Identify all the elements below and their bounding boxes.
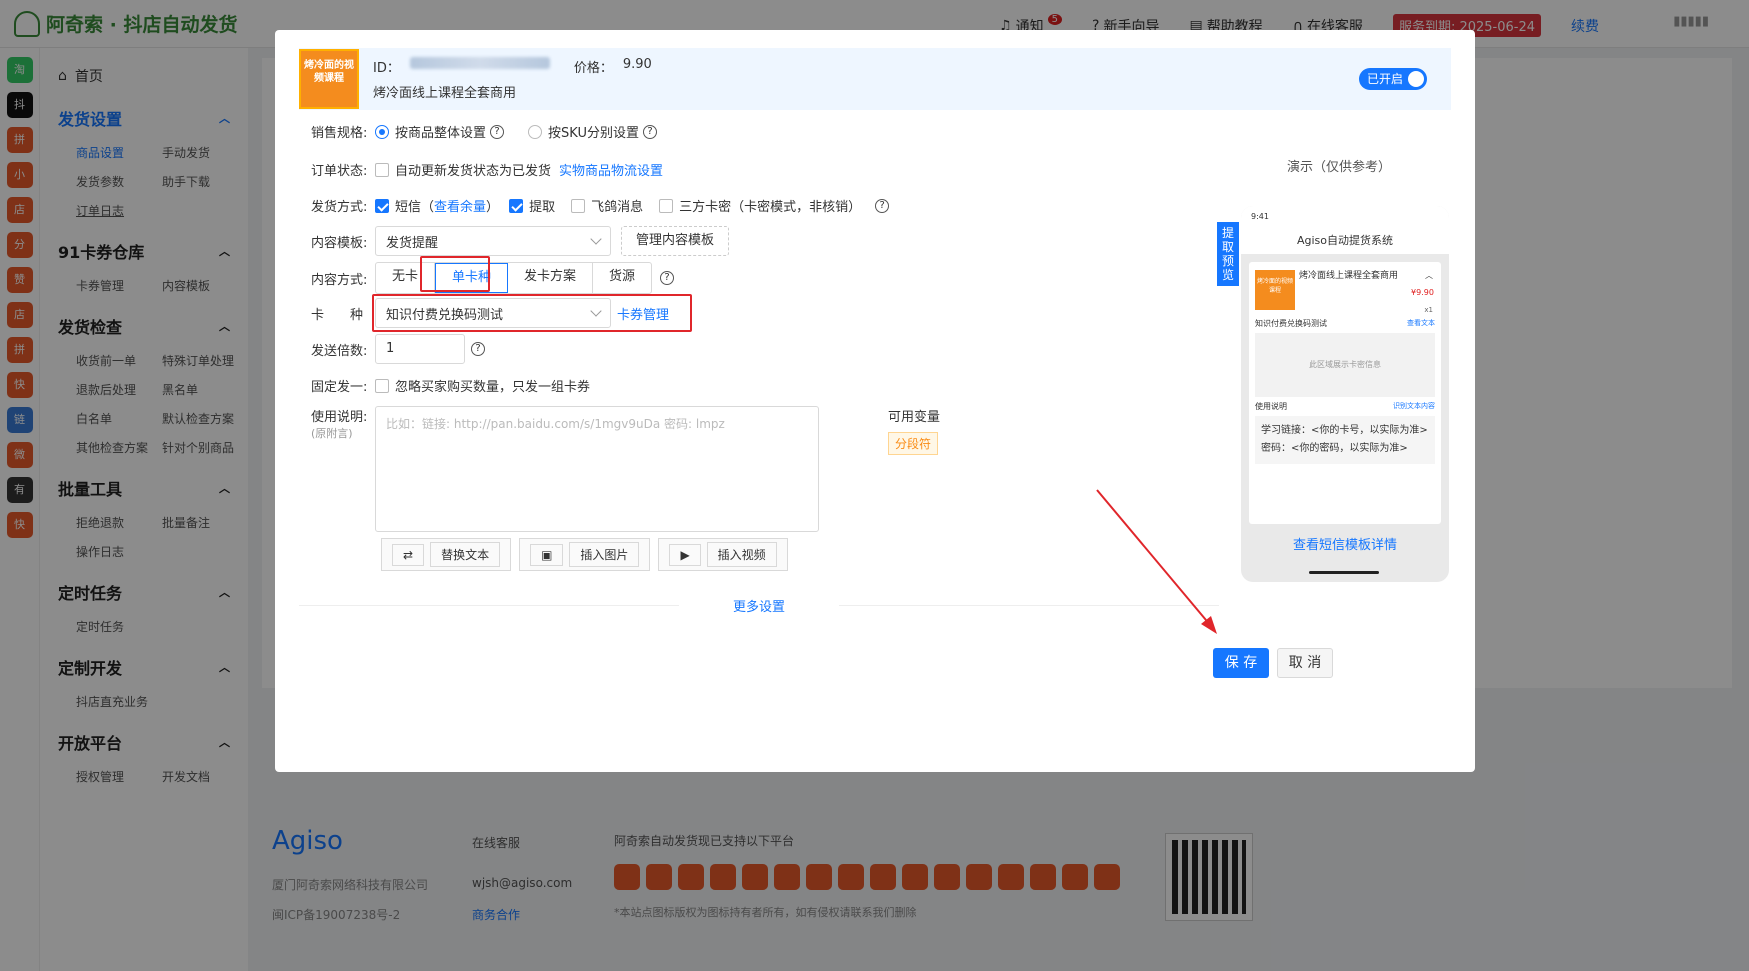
product-id-label: ID： bbox=[373, 61, 400, 76]
cancel-button[interactable]: 取 消 bbox=[1277, 648, 1333, 678]
image-icon: ▣ bbox=[530, 543, 564, 566]
highlight-box bbox=[372, 294, 692, 332]
more-settings-link[interactable]: 更多设置 bbox=[299, 596, 1219, 615]
sms-label[interactable]: 短信 bbox=[395, 196, 421, 215]
content-mode-tabs: 无卡 单卡种 发卡方案 货源 bbox=[375, 262, 653, 294]
phone-app-title: Agiso自动提货系统 bbox=[1296, 234, 1394, 247]
sms-checkbox[interactable] bbox=[375, 198, 389, 213]
template-label: 内容模板: bbox=[311, 235, 368, 251]
phone-home-bar bbox=[1309, 571, 1379, 574]
multiple-row: 发送倍数: 1 ? bbox=[311, 334, 485, 364]
sale-spec-label: 销售规格: bbox=[311, 126, 368, 141]
usage-textarea[interactable]: 比如：链接: http://pan.baidu.com/s/1mgv9uDa 密… bbox=[375, 406, 819, 532]
variables-label: 可用变量 bbox=[888, 410, 941, 425]
replace-text-label: 替换文本 bbox=[430, 542, 501, 567]
insert-image-label: 插入图片 bbox=[569, 542, 640, 567]
tab-card-scheme[interactable]: 发卡方案 bbox=[508, 263, 594, 293]
auto-ship-checkbox[interactable] bbox=[375, 162, 389, 177]
annotation-arrow bbox=[1096, 489, 1217, 634]
product-thumbnail: 烤冷面的视频课程 bbox=[299, 49, 359, 109]
card-type-label: 卡 种 bbox=[311, 307, 364, 323]
video-icon: ▶ bbox=[669, 543, 701, 566]
order-status-label: 订单状态: bbox=[311, 164, 368, 179]
pickup-preview-tab[interactable]: 提取预览 bbox=[1217, 222, 1239, 286]
product-header: 烤冷面的视频课程 ID： 价格： 9.90 烤冷面线上课程全套商用 已开启 bbox=[299, 48, 1451, 110]
help-icon[interactable]: ? bbox=[875, 198, 890, 213]
editor-toolbar: ⇄ 替换文本 ▣ 插入图片 ▶ 插入视频 bbox=[381, 538, 788, 571]
template-row: 内容模板: 发货提醒 管理内容模板 bbox=[311, 226, 730, 256]
highlight-box bbox=[420, 256, 490, 292]
pickup-label[interactable]: 提取 bbox=[529, 196, 555, 215]
paren-open: （ bbox=[421, 200, 435, 215]
multiple-input[interactable]: 1 bbox=[375, 334, 465, 364]
pickup-checkbox[interactable] bbox=[509, 198, 524, 213]
fixed-one-checkbox[interactable] bbox=[375, 378, 389, 393]
order-status-row: 订单状态: 自动更新发货状态为已发货 实物商品物流设置 bbox=[311, 160, 663, 179]
phone-qty: x1 bbox=[1424, 306, 1433, 314]
help-icon[interactable]: ? bbox=[660, 271, 675, 285]
phone-card-name: 知识付费兑换码测试 bbox=[1255, 319, 1327, 328]
sale-spec-row: 销售规格: 按商品整体设置? 按SKU分别设置? bbox=[311, 122, 657, 141]
radio-sku-label[interactable]: 按SKU分别设置 bbox=[548, 122, 639, 141]
price-label: 价格： bbox=[573, 61, 613, 76]
help-icon[interactable]: ? bbox=[642, 124, 657, 139]
sms-template-detail-link[interactable]: 查看短信模板详情 bbox=[1241, 534, 1449, 553]
template-value: 发货提醒 bbox=[386, 235, 439, 251]
usage-label: 使用说明: bbox=[311, 410, 368, 425]
insert-video-label: 插入视频 bbox=[706, 542, 777, 567]
phone-view-text-link: 查看文本 bbox=[1407, 319, 1435, 327]
content-mode-label: 内容方式: bbox=[311, 272, 368, 288]
insert-video-button[interactable]: ▶ 插入视频 bbox=[658, 538, 788, 571]
save-button[interactable]: 保 存 bbox=[1213, 648, 1269, 678]
ship-method-row: 发货方式: 短信（查看余量） 提取 飞鸽消息 三方卡密（卡密模式，非核销） ? bbox=[311, 196, 890, 215]
enable-toggle[interactable]: 已开启 bbox=[1359, 68, 1427, 90]
phone-product-thumb: 烤冷面的视频课程 bbox=[1255, 270, 1295, 310]
help-icon[interactable]: ? bbox=[490, 124, 505, 139]
phone-preview: 9:41 Agiso自动提货系统 烤冷面的视频课程 烤冷面线上课程全套商用 ¥9… bbox=[1241, 206, 1449, 582]
variable-tag-segment[interactable]: 分段符 bbox=[888, 432, 939, 455]
feige-checkbox[interactable] bbox=[571, 198, 586, 213]
phone-usage-label: 使用说明 bbox=[1255, 402, 1287, 411]
manage-template-button[interactable]: 管理内容模板 bbox=[621, 226, 730, 256]
sms-balance-link[interactable]: 查看余量 bbox=[434, 196, 486, 215]
price-value: 9.90 bbox=[622, 57, 652, 72]
content-mode-row: 内容方式: 无卡 单卡种 发卡方案 货源 ? bbox=[311, 262, 675, 294]
third-party-label[interactable]: 三方卡密（卡密模式，非核销） bbox=[679, 196, 861, 215]
phone-time: 9:41 bbox=[1251, 212, 1269, 221]
demo-title: 演示（仅供参考） bbox=[1287, 160, 1392, 175]
replace-icon: ⇄ bbox=[392, 543, 425, 566]
ship-method-label: 发货方式: bbox=[311, 200, 368, 215]
auto-ship-text[interactable]: 自动更新发货状态为已发货 bbox=[395, 160, 551, 179]
product-settings-modal: 烤冷面的视频课程 ID： 价格： 9.90 烤冷面线上课程全套商用 已开启 销售规格… bbox=[275, 30, 1475, 772]
phone-copy-link: 识别文本内容 bbox=[1393, 402, 1435, 410]
help-icon[interactable]: ? bbox=[471, 342, 485, 356]
product-id-blurred bbox=[409, 57, 550, 69]
chevron-up-icon: ︿ bbox=[1425, 271, 1433, 280]
phone-card-area: 此区域展示卡密信息 bbox=[1255, 333, 1435, 397]
multiple-label: 发送倍数: bbox=[311, 343, 368, 359]
fixed-one-label: 固定发一: bbox=[311, 380, 368, 395]
feige-label[interactable]: 飞鸽消息 bbox=[591, 196, 643, 215]
tab-source[interactable]: 货源 bbox=[593, 263, 651, 293]
fixed-one-text[interactable]: 忽略买家购买数量，只发一组卡券 bbox=[395, 376, 590, 395]
logistics-settings-link[interactable]: 实物商品物流设置 bbox=[559, 160, 663, 179]
paren-close: ） bbox=[486, 200, 500, 215]
template-select[interactable]: 发货提醒 bbox=[375, 226, 611, 256]
radio-whole-label[interactable]: 按商品整体设置 bbox=[395, 122, 486, 141]
product-title: 烤冷面线上课程全套商用 bbox=[373, 86, 517, 101]
radio-sku[interactable] bbox=[528, 124, 543, 139]
chevron-down-icon bbox=[590, 233, 602, 245]
radio-whole[interactable] bbox=[375, 124, 389, 139]
fixed-one-row: 固定发一: 忽略买家购买数量，只发一组卡券 bbox=[311, 376, 590, 395]
usage-row: 使用说明: (原附言) 比如：链接: http://pan.baidu.com/s… bbox=[311, 406, 819, 532]
third-party-checkbox[interactable] bbox=[659, 198, 674, 213]
usage-sub-label: (原附言) bbox=[311, 427, 353, 440]
phone-usage-desc: 学习链接：<你的卡号，以实际为准>密码：<你的密码，以实际为准> bbox=[1255, 416, 1435, 464]
phone-card: 烤冷面的视频课程 烤冷面线上课程全套商用 ¥9.90 ︿ x1 知识付费兑换码测… bbox=[1249, 262, 1441, 524]
phone-product-name: 烤冷面线上课程全套商用 bbox=[1299, 271, 1399, 281]
insert-image-button[interactable]: ▣ 插入图片 bbox=[519, 538, 651, 571]
replace-text-button[interactable]: ⇄ 替换文本 bbox=[381, 538, 512, 571]
